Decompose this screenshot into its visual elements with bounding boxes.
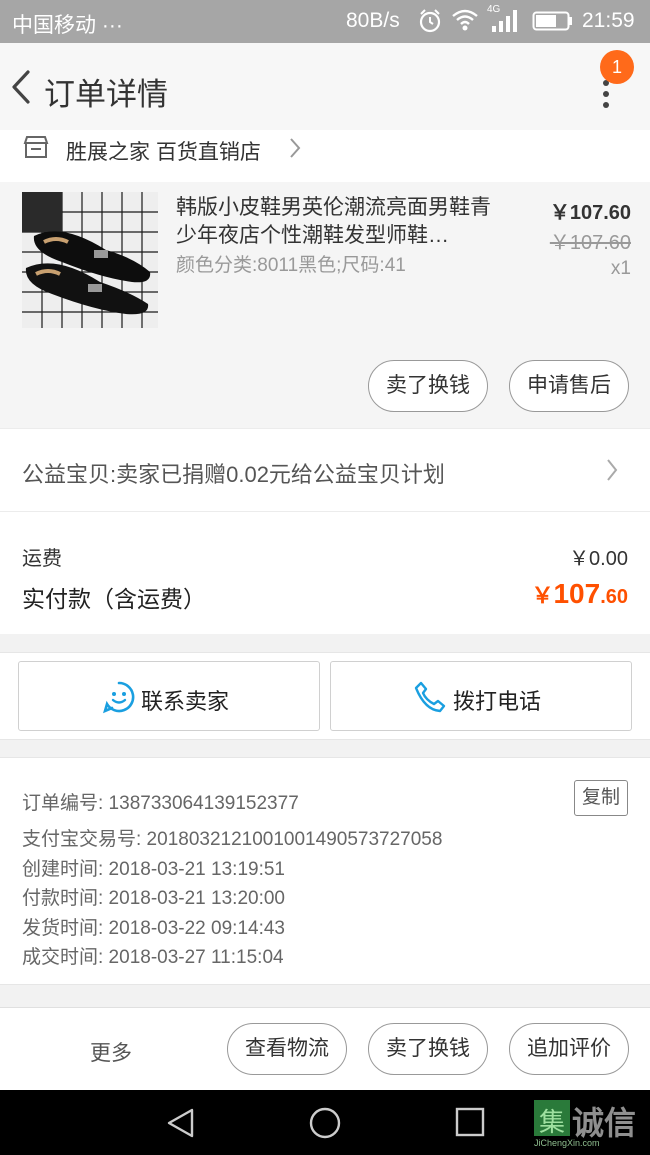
contact-bar: 联系卖家 拨打电话 xyxy=(0,652,650,740)
shipped-time: 发货时间: 2018-03-22 09:14:43 xyxy=(22,918,285,939)
nav-recents-icon[interactable] xyxy=(454,1106,486,1138)
created-time: 创建时间: 2018-03-21 13:19:51 xyxy=(22,859,285,880)
add-review-button[interactable]: 追加评价 xyxy=(509,1023,629,1075)
order-number: 订单编号: 138733064139152377 xyxy=(22,793,299,814)
page-title: 订单详情 xyxy=(44,77,168,112)
fee-summary: 运费 ￥0.00 实付款（含运费） ￥107.60 xyxy=(0,512,650,634)
resell-button[interactable]: 卖了换钱 xyxy=(368,360,488,412)
wifi-icon xyxy=(452,9,478,31)
shop-icon xyxy=(23,136,49,158)
battery-icon xyxy=(532,11,572,31)
clock: 21:59 xyxy=(582,9,635,32)
alarm-icon xyxy=(419,9,441,33)
product-thumbnail[interactable] xyxy=(22,192,158,328)
more-link[interactable]: 更多 xyxy=(90,1037,132,1067)
view-logistics-button[interactable]: 查看物流 xyxy=(227,1023,347,1075)
copy-button[interactable]: 复制 xyxy=(574,780,628,816)
network-rate: 80B/s xyxy=(346,9,400,32)
paid-integer: 107 xyxy=(553,578,601,609)
back-arrow-icon[interactable] xyxy=(8,69,38,105)
charity-row[interactable]: 公益宝贝:卖家已捐赠0.02元给公益宝贝计划 xyxy=(0,428,650,512)
order-info: 订单编号: 138733064139152377 复制 支付宝交易号: 2018… xyxy=(0,757,650,985)
completed-time: 成交时间: 2018-03-27 11:15:04 xyxy=(22,947,284,968)
call-seller-label: 拨打电话 xyxy=(453,689,542,714)
charity-text: 公益宝贝:卖家已捐赠0.02元给公益宝贝计划 xyxy=(22,462,445,487)
shoe-image xyxy=(22,192,158,328)
product-original-price: ￥107.60 xyxy=(549,232,631,254)
shipping-value: ￥0.00 xyxy=(569,548,628,570)
bottom-action-bar: 更多 查看物流 卖了换钱 追加评价 xyxy=(0,1007,650,1090)
notification-badge: 1 xyxy=(600,50,634,84)
product-attributes: 颜色分类:8011黑色;尺码:41 xyxy=(176,255,406,276)
chat-smile-icon xyxy=(102,681,135,714)
watermark-mark: 集 xyxy=(538,1107,565,1137)
contact-seller-label: 联系卖家 xyxy=(141,689,230,714)
signal-icon xyxy=(492,10,517,32)
navigation-bar: 订单详情 1 xyxy=(0,43,650,130)
alipay-trade-number: 支付宝交易号: 2018032121001001490573727058 xyxy=(22,829,443,850)
paid-decimal: .60 xyxy=(600,586,628,608)
watermark-subtext: JiChengXin.com xyxy=(534,1138,600,1148)
product-quantity: x1 xyxy=(610,258,631,279)
paid-time: 付款时间: 2018-03-21 13:20:00 xyxy=(22,888,285,909)
shop-row[interactable]: 胜展之家 百货直销店 xyxy=(0,130,650,182)
resell-button-bottom[interactable]: 卖了换钱 xyxy=(368,1023,488,1075)
chevron-right-icon xyxy=(607,459,618,481)
paid-currency: ￥ xyxy=(531,583,554,608)
nav-home-icon[interactable] xyxy=(308,1106,342,1140)
after-sale-button[interactable]: 申请售后 xyxy=(509,360,629,412)
product-name[interactable]: 韩版小皮鞋男英伦潮流亮面男鞋青少年夜店个性潮鞋发型师鞋… xyxy=(176,194,494,250)
carrier-label: 中国移动 ··· xyxy=(12,14,123,37)
status-bar: 中国移动 ··· 80B/s 4G 21:59 xyxy=(0,0,650,43)
paid-amount: ￥107.60 xyxy=(531,578,628,610)
paid-label: 实付款（含运费） xyxy=(22,586,206,612)
shipping-label: 运费 xyxy=(22,548,62,570)
contact-seller-button[interactable]: 联系卖家 xyxy=(18,661,320,731)
chevron-right-icon xyxy=(290,138,301,158)
call-seller-button[interactable]: 拨打电话 xyxy=(330,661,632,731)
nav-back-icon[interactable] xyxy=(164,1106,198,1140)
product-item: 韩版小皮鞋男英伦潮流亮面男鞋青少年夜店个性潮鞋发型师鞋… 颜色分类:8011黑色… xyxy=(0,182,650,428)
product-price: ￥107.60 xyxy=(549,202,631,224)
shop-name: 胜展之家 百货直销店 xyxy=(66,141,261,164)
system-navigation-bar: 集 诚信 JiChengXin.com xyxy=(0,1090,650,1155)
phone-icon xyxy=(414,681,446,713)
